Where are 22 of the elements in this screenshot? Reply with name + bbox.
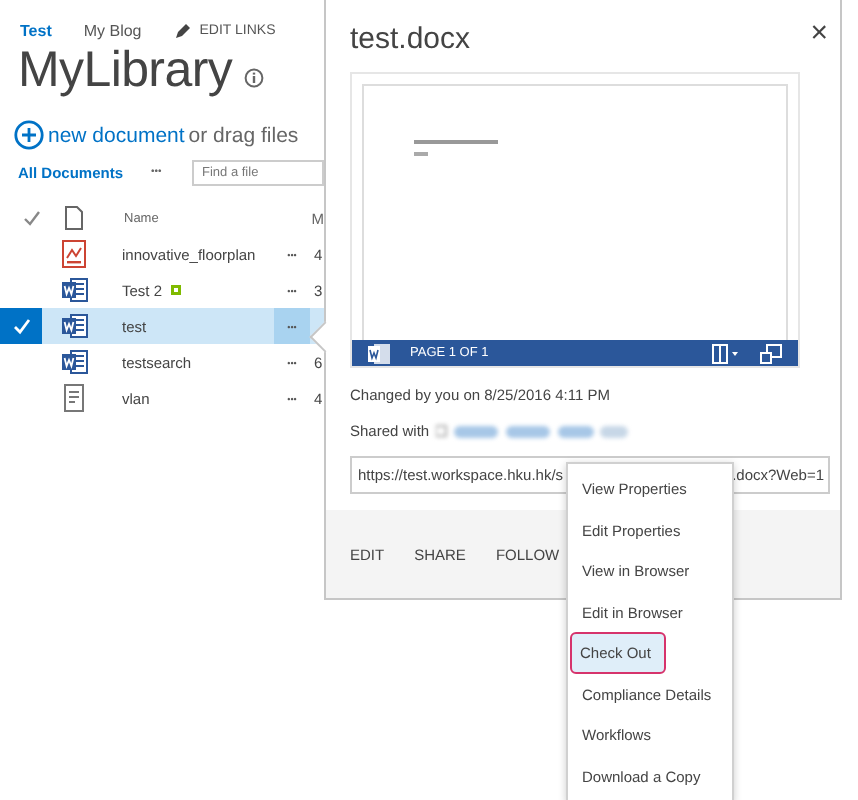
text-file-icon (62, 384, 88, 412)
check-icon (22, 208, 42, 228)
close-button[interactable]: × (810, 22, 828, 46)
popout-icon (760, 343, 782, 363)
plus-icon (14, 120, 44, 150)
document-text-drawing (414, 140, 502, 158)
word-file-icon (62, 348, 88, 376)
pencil-icon (173, 22, 192, 40)
word-logo-icon (368, 343, 390, 363)
nav-link[interactable]: My Blog (83, 22, 142, 40)
checkmark-icon (11, 316, 31, 336)
callout-title: test.docx (350, 22, 471, 56)
new-document-link[interactable]: new document (48, 123, 185, 147)
nav-link[interactable]: Test (20, 22, 52, 40)
word-file-icon (62, 276, 88, 304)
pdf-file-icon (62, 240, 88, 268)
drag-files-text: or drag files (188, 123, 299, 147)
word-file-icon (62, 312, 88, 340)
document-icon (64, 206, 84, 230)
page-title: MyLibrary (18, 42, 233, 100)
page-view-icon (712, 343, 740, 363)
info-icon (244, 67, 265, 87)
